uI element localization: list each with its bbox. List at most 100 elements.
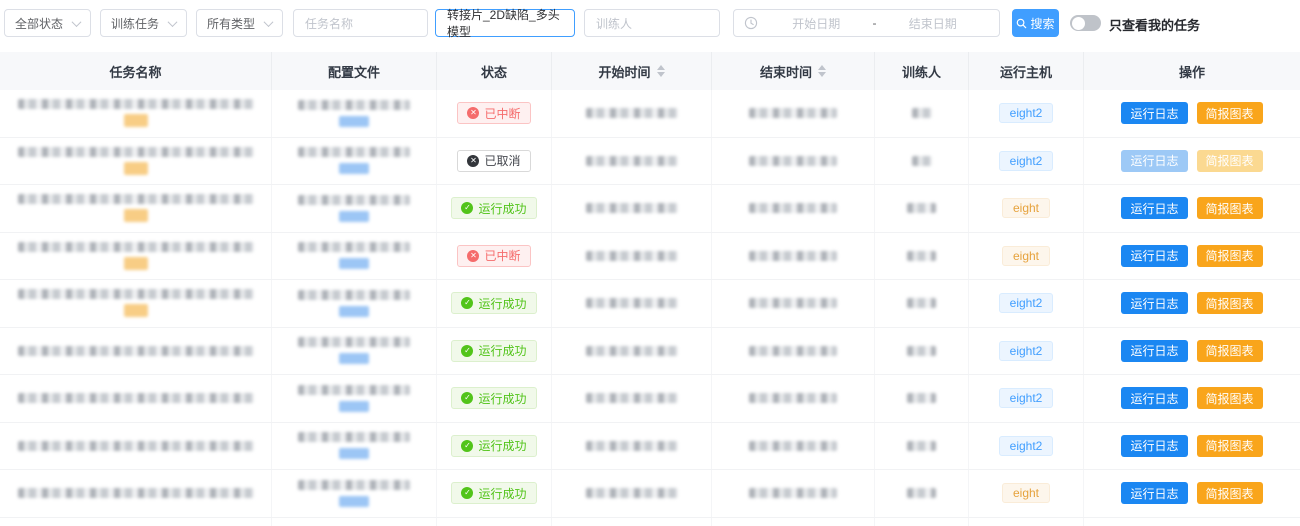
task-name-input[interactable]: 任务名称 — [293, 9, 428, 37]
redacted-trainer — [907, 251, 936, 261]
redacted-config-link[interactable] — [339, 258, 369, 269]
status-label: 已取消 — [484, 152, 520, 169]
redacted-config-link[interactable] — [339, 306, 369, 317]
run-log-button[interactable]: 运行日志 — [1121, 150, 1187, 172]
actions-cell: 运行日志 简报图表 — [1084, 470, 1300, 517]
run-log-button[interactable]: 运行日志 — [1121, 435, 1187, 457]
table-row[interactable]: ✓ 运行成功 eight2 运行日志 简报图表 — [0, 280, 1300, 328]
report-chart-button[interactable]: 简报图表 — [1197, 245, 1263, 267]
redacted-config-link[interactable] — [339, 496, 369, 507]
tasks-table: 任务名称配置文件状态开始时间结束时间训练人运行主机操作 ✕ 已中断 eight2 — [0, 52, 1300, 526]
report-chart-button[interactable]: 简报图表 — [1197, 340, 1263, 362]
status-cell: ✓ 运行成功 — [437, 280, 552, 327]
redacted-config-link[interactable] — [339, 401, 369, 412]
run-log-button[interactable]: 运行日志 — [1121, 245, 1187, 267]
end-time-cell — [712, 328, 875, 375]
column-header-label: 配置文件 — [328, 62, 380, 81]
task-name-cell — [0, 90, 272, 137]
category-select[interactable]: 所有类型 — [196, 9, 283, 37]
trainer-cell — [875, 138, 969, 185]
column-header-label: 开始时间 — [598, 62, 650, 81]
host-cell: eight2 — [969, 423, 1084, 470]
end-time-cell — [712, 90, 875, 137]
redacted-trainer — [912, 108, 932, 118]
keyword-input-value: 转接片_2D缺陷_多头模型 — [447, 6, 563, 40]
keyword-input[interactable]: 转接片_2D缺陷_多头模型 — [435, 9, 575, 37]
task-type-select[interactable]: 训练任务 — [100, 9, 187, 37]
start-time-cell — [552, 470, 712, 517]
redacted-start-time — [586, 108, 678, 118]
trainer-cell — [875, 518, 969, 526]
toggle-knob — [1072, 17, 1085, 30]
search-button[interactable]: 搜索 — [1012, 9, 1059, 37]
run-log-button[interactable]: 运行日志 — [1121, 102, 1187, 124]
start-time-cell — [552, 328, 712, 375]
redacted-config-link[interactable] — [339, 448, 369, 459]
redacted-end-time — [749, 203, 837, 213]
status-select[interactable]: 全部状态 — [4, 9, 91, 37]
config-file-cell — [272, 375, 437, 422]
sort-caret-icon[interactable] — [657, 65, 665, 77]
redacted-config-link[interactable] — [339, 163, 369, 174]
status-badge: ✓ 运行成功 — [451, 435, 536, 457]
start-time-cell — [552, 375, 712, 422]
status-label: 已中断 — [484, 105, 520, 122]
host-cell: eight2 — [969, 375, 1084, 422]
end-time-cell — [712, 470, 875, 517]
redacted-config-link[interactable] — [339, 211, 369, 222]
host-badge: eight2 — [999, 388, 1054, 408]
host-badge: eight2 — [999, 436, 1054, 456]
host-cell: eight — [969, 470, 1084, 517]
host-cell — [969, 518, 1084, 526]
table-row[interactable]: ✓ 运行成功 eight2 运行日志 简报图表 — [0, 375, 1300, 423]
end-time-cell — [712, 138, 875, 185]
host-cell: eight2 — [969, 138, 1084, 185]
table-row[interactable] — [0, 518, 1300, 526]
run-log-button[interactable]: 运行日志 — [1121, 197, 1187, 219]
table-row[interactable]: ✕ 已中断 eight2 运行日志 简报图表 — [0, 90, 1300, 138]
task-name-cell — [0, 185, 272, 232]
table-row[interactable]: ✕ 已取消 eight2 运行日志 简报图表 — [0, 138, 1300, 186]
redacted-trainer — [907, 393, 936, 403]
sort-caret-icon[interactable] — [818, 65, 826, 77]
run-log-button[interactable]: 运行日志 — [1121, 482, 1187, 504]
report-chart-button[interactable]: 简报图表 — [1197, 387, 1263, 409]
column-header-label: 运行主机 — [1000, 62, 1052, 81]
report-chart-button[interactable]: 简报图表 — [1197, 292, 1263, 314]
status-badge: ✕ 已中断 — [457, 245, 530, 267]
run-log-button[interactable]: 运行日志 — [1121, 292, 1187, 314]
table-row[interactable]: ✓ 运行成功 eight 运行日志 简报图表 — [0, 185, 1300, 233]
end-date-placeholder[interactable]: 结束日期 — [877, 15, 990, 32]
redacted-config-link[interactable] — [339, 116, 369, 127]
actions-cell: 运行日志 简报图表 — [1084, 328, 1300, 375]
run-log-button[interactable]: 运行日志 — [1121, 387, 1187, 409]
table-row[interactable]: ✓ 运行成功 eight2 运行日志 简报图表 — [0, 328, 1300, 376]
status-badge: ✓ 运行成功 — [451, 292, 536, 314]
run-log-button[interactable]: 运行日志 — [1121, 340, 1187, 362]
redacted-task-name — [18, 441, 254, 451]
redacted-end-time — [749, 488, 837, 498]
report-chart-button[interactable]: 简报图表 — [1197, 197, 1263, 219]
my-tasks-toggle[interactable] — [1070, 15, 1101, 31]
column-header[interactable]: 开始时间 — [552, 52, 712, 90]
redacted-config-link[interactable] — [339, 353, 369, 364]
table-row[interactable]: ✕ 已中断 eight 运行日志 简报图表 — [0, 233, 1300, 281]
date-range-picker[interactable]: 开始日期 - 结束日期 — [733, 9, 1000, 37]
trainer-input[interactable]: 训练人 — [584, 9, 720, 37]
start-date-placeholder[interactable]: 开始日期 — [760, 15, 873, 32]
column-header[interactable]: 结束时间 — [712, 52, 875, 90]
status-label: 已中断 — [484, 247, 520, 264]
report-chart-button[interactable]: 简报图表 — [1197, 150, 1263, 172]
status-icon: ✓ — [461, 440, 473, 452]
host-badge: eight2 — [999, 293, 1054, 313]
table-row[interactable]: ✓ 运行成功 eight 运行日志 简报图表 — [0, 470, 1300, 518]
column-header-label: 操作 — [1179, 62, 1205, 81]
report-chart-button[interactable]: 简报图表 — [1197, 102, 1263, 124]
task-name-cell — [0, 138, 272, 185]
trainer-cell — [875, 185, 969, 232]
table-row[interactable]: ✓ 运行成功 eight2 运行日志 简报图表 — [0, 423, 1300, 471]
report-chart-button[interactable]: 简报图表 — [1197, 482, 1263, 504]
host-badge: eight2 — [999, 151, 1054, 171]
config-file-cell — [272, 470, 437, 517]
report-chart-button[interactable]: 简报图表 — [1197, 435, 1263, 457]
